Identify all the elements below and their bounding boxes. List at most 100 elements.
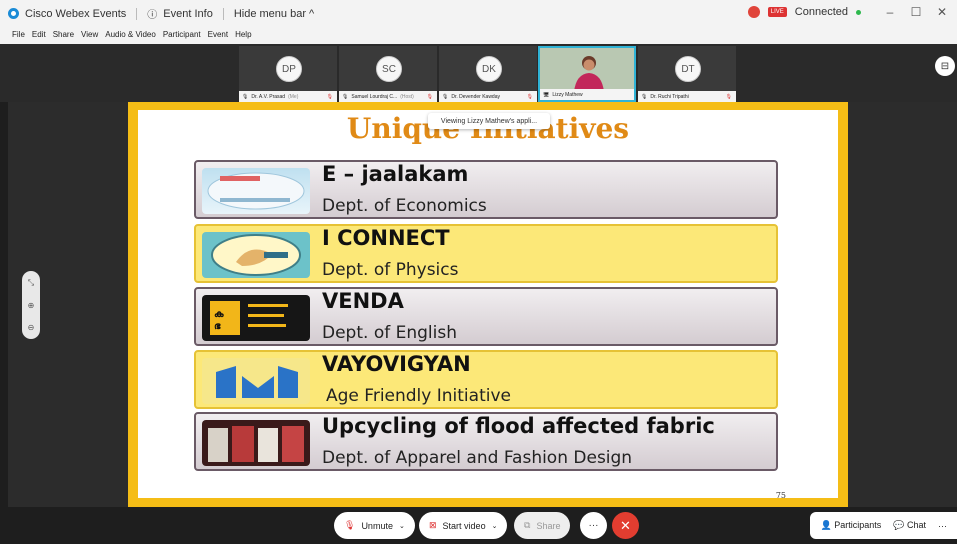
menu-bar: File Edit Share View Audio & Video Parti… — [0, 30, 957, 44]
initiative-row: E – jaalakam Dept. of Economics — [194, 160, 778, 219]
chat-bubble-icon: 💬 — [893, 520, 905, 530]
maximize-icon[interactable]: ☐ — [907, 5, 925, 19]
participant-tag: (Host) — [400, 93, 414, 100]
initiative-row: Upcycling of flood affected fabric Dept.… — [194, 412, 778, 471]
initiative-title: E – jaalakam — [322, 162, 469, 186]
shared-screen: Unique Initiatives E – jaalakam Dept. of… — [128, 102, 848, 507]
meeting-controls: 🎙 Unmute ⌄ ⊠ Start video ⌄ ⧉ Share ··· ✕… — [0, 507, 957, 544]
chevron-down-icon[interactable]: ⌄ — [492, 522, 498, 530]
initiative-subtitle: Dept. of Economics — [322, 196, 487, 216]
initiative-row: VAYOVIGYAN Age Friendly Initiative — [194, 350, 778, 409]
chevron-down-icon[interactable]: ⌄ — [399, 522, 405, 530]
menu-event[interactable]: Event — [208, 30, 228, 44]
close-icon[interactable]: ✕ — [933, 5, 951, 19]
start-video-label: Start video — [442, 520, 486, 531]
participant-tile-active-speaker[interactable]: 🖥 Lizzy Mathew — [538, 46, 636, 102]
share-icon: 🖥 — [543, 91, 550, 98]
unmute-label: Unmute — [361, 520, 393, 531]
participant-name: Dr. Ruchi Tripathi — [650, 93, 689, 100]
menu-share[interactable]: Share — [53, 30, 74, 44]
vayovigyan-image — [202, 358, 310, 404]
fit-icon[interactable]: ⤡ — [28, 278, 34, 288]
panel-more-button[interactable]: ··· — [938, 521, 947, 531]
more-options-button[interactable]: ··· — [580, 512, 607, 539]
info-icon[interactable]: ⓘ — [147, 6, 157, 21]
video-off-icon: ⊠ — [429, 520, 437, 530]
zoom-controls: ⤡ ⊕ ⊖ — [22, 271, 40, 339]
hide-menu-button[interactable]: Hide menu bar ^ — [234, 8, 314, 20]
participants-label: Participants — [834, 520, 882, 530]
avatar: SC — [376, 56, 402, 82]
participant-tag: (Me) — [288, 93, 299, 100]
menu-file[interactable]: File — [12, 30, 25, 44]
initiative-subtitle: Dept. of Physics — [322, 260, 459, 280]
initiative-subtitle: Dept. of English — [322, 323, 457, 343]
layout-button[interactable]: ⊟ — [935, 56, 955, 76]
muted-icon: 🎙 — [426, 93, 433, 100]
microphone-muted-icon: 🎙 — [344, 520, 356, 530]
participant-tile[interactable]: DT 🎙 Dr. Ruchi Tripathi 🎙 — [638, 46, 736, 102]
minimize-icon[interactable]: – — [881, 5, 899, 19]
participant-name: Samuel Lourdraj C... — [351, 93, 398, 100]
svg-text:ക: ക — [214, 309, 224, 320]
avatar: DT — [675, 56, 701, 82]
start-video-button[interactable]: ⊠ Start video ⌄ — [419, 512, 508, 539]
avatar: DP — [276, 56, 302, 82]
share-label: Share — [536, 520, 561, 531]
viewing-tooltip: Viewing Lizzy Mathew's appli... — [428, 113, 550, 129]
stage-right — [848, 102, 957, 507]
leave-meeting-button[interactable]: ✕ — [612, 512, 639, 539]
connection-status: Connected — [794, 6, 848, 18]
participant-name: Dr. A.V. Prasad — [251, 93, 286, 100]
chat-button[interactable]: 💬 Chat — [893, 520, 926, 531]
unmute-button[interactable]: 🎙 Unmute ⌄ — [334, 512, 415, 539]
participant-tile[interactable]: DP 🎙 Dr. A.V. Prasad (Me) 🎙 — [239, 46, 337, 102]
speaker-video-icon — [574, 56, 604, 92]
mic-icon: 🎙 — [641, 93, 648, 100]
divider — [222, 7, 224, 20]
menu-edit[interactable]: Edit — [32, 30, 46, 44]
initiative-title: VAYOVIGYAN — [322, 352, 471, 376]
slide: Unique Initiatives E – jaalakam Dept. of… — [138, 110, 838, 500]
title-bar: Cisco Webex Events ⓘ Event Info Hide men… — [0, 0, 957, 30]
mic-icon: 🎙 — [342, 93, 349, 100]
participant-strip: DP 🎙 Dr. A.V. Prasad (Me) 🎙 SC 🎙 Samuel Lour… — [0, 44, 957, 102]
menu-help[interactable]: Help — [235, 30, 251, 44]
recording-icon — [747, 6, 760, 18]
participant-name: Dr. Devender Kawday — [451, 93, 500, 100]
panel-buttons: 👤 Participants 💬 Chat ··· — [810, 512, 957, 539]
participant-tile[interactable]: DK 🎙 Dr. Devender Kawday 🎙 — [439, 46, 537, 102]
participant-tile[interactable]: SC 🎙 Samuel Lourdraj C... (Host) 🎙 — [339, 46, 437, 102]
ejaalakam-image — [202, 168, 310, 214]
zoom-in-icon[interactable]: ⊕ — [28, 301, 35, 310]
person-icon: 👤 — [820, 520, 832, 530]
fabric-image — [202, 420, 310, 466]
initiative-subtitle: Dept. of Apparel and Fashion Design — [322, 448, 633, 468]
avatar: DK — [476, 56, 502, 82]
status-dot-icon — [856, 9, 861, 15]
participants-button[interactable]: 👤 Participants — [820, 520, 881, 531]
menu-view[interactable]: View — [81, 30, 98, 44]
svg-text:ഭ: ഭ — [214, 321, 221, 332]
live-badge: LIVE — [767, 7, 787, 17]
muted-icon: 🎙 — [526, 93, 533, 100]
webex-logo-icon — [8, 8, 19, 19]
muted-icon: 🎙 — [326, 93, 333, 100]
mic-icon: 🎙 — [442, 93, 449, 100]
divider — [136, 7, 138, 20]
chat-label: Chat — [906, 520, 926, 530]
initiative-row: I CONNECT Dept. of Physics — [194, 224, 778, 283]
zoom-out-icon[interactable]: ⊖ — [28, 323, 35, 332]
mic-icon: 🎙 — [242, 93, 249, 100]
initiative-title: Upcycling of flood affected fabric — [322, 414, 715, 438]
event-info-button[interactable]: Event Info — [163, 8, 213, 20]
app-title: Cisco Webex Events — [25, 7, 127, 20]
close-icon: ✕ — [620, 517, 631, 533]
menu-audio-video[interactable]: Audio & Video — [105, 30, 156, 44]
muted-icon: 🎙 — [725, 93, 732, 100]
menu-participant[interactable]: Participant — [163, 30, 201, 44]
initiative-subtitle: Age Friendly Initiative — [326, 386, 511, 406]
iconnect-image — [202, 232, 310, 278]
initiative-title: I CONNECT — [322, 226, 450, 250]
share-button[interactable]: ⧉ Share — [514, 512, 571, 539]
